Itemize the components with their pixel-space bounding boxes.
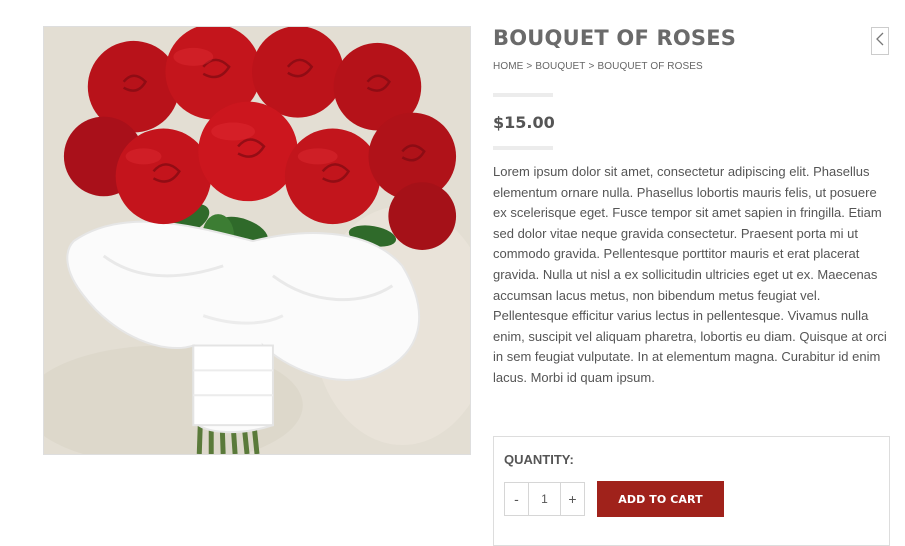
breadcrumb: HOME > BOUQUET > BOUQUET OF ROSES [493, 61, 703, 72]
quantity-decrement-button[interactable]: - [505, 483, 528, 515]
chevron-left-icon [876, 32, 884, 51]
quantity-label: QUANTITY: [504, 452, 574, 467]
purchase-box: QUANTITY: - + ADD TO CART [493, 436, 890, 546]
divider [493, 93, 553, 97]
breadcrumb-current: BOUQUET OF ROSES [597, 61, 703, 72]
divider [493, 146, 553, 150]
quantity-stepper: - + [504, 482, 585, 516]
back-button[interactable] [871, 27, 889, 55]
rose-bouquet-photo [44, 27, 470, 454]
product-title: BOUQUET OF ROSES [493, 26, 737, 50]
breadcrumb-separator: > [588, 61, 595, 72]
product-description: Lorem ipsum dolor sit amet, consectetur … [493, 164, 887, 385]
breadcrumb-separator: > [526, 61, 533, 72]
quantity-increment-button[interactable]: + [561, 483, 584, 515]
quantity-input[interactable] [528, 483, 561, 515]
product-image [43, 26, 471, 455]
breadcrumb-category[interactable]: BOUQUET [535, 61, 585, 72]
product-price: $15.00 [493, 113, 555, 132]
add-to-cart-button[interactable]: ADD TO CART [597, 481, 724, 517]
breadcrumb-home[interactable]: HOME [493, 61, 523, 72]
